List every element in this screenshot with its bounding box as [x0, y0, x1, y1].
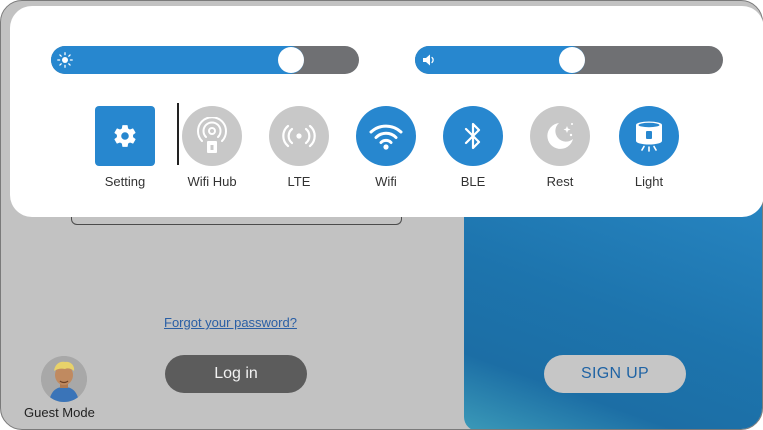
lte-button[interactable] — [269, 106, 329, 166]
tile-label-wifi: Wifi — [375, 174, 397, 189]
sun-icon — [57, 52, 73, 68]
tile-label-light: Light — [634, 174, 664, 189]
signup-button[interactable]: SIGN UP — [544, 355, 686, 393]
tile-wifi[interactable] — [356, 106, 416, 166]
tile-label-rest: Rest — [546, 174, 574, 189]
volume-slider-knob[interactable] — [559, 47, 585, 73]
lte-icon — [282, 124, 316, 148]
tile-rest[interactable] — [530, 106, 590, 166]
tile-light[interactable] — [619, 106, 679, 166]
wifi-hub-button[interactable] — [182, 106, 242, 166]
brightness-slider-fill — [51, 46, 304, 74]
light-button[interactable] — [619, 106, 679, 166]
rest-button[interactable] — [530, 106, 590, 166]
moon-icon — [547, 123, 573, 149]
divider — [177, 103, 179, 165]
tile-lte[interactable] — [269, 106, 329, 166]
tile-label-setting: Setting — [104, 174, 146, 189]
login-button[interactable]: Log in — [165, 355, 307, 393]
brightness-slider-knob[interactable] — [278, 47, 304, 73]
bluetooth-icon — [464, 122, 481, 150]
gear-icon — [114, 125, 136, 147]
tile-label-lte: LTE — [287, 174, 311, 189]
brightness-slider[interactable] — [51, 46, 359, 74]
guest-mode-label: Guest Mode — [24, 405, 95, 420]
guest-avatar[interactable] — [41, 356, 87, 402]
tile-ble[interactable] — [443, 106, 503, 166]
wifi-button[interactable] — [356, 106, 416, 166]
tile-label-wifi-hub: Wifi Hub — [187, 174, 237, 189]
setting-button[interactable] — [95, 106, 155, 166]
volume-slider[interactable] — [415, 46, 723, 74]
speaker-icon — [423, 54, 434, 66]
wifi-hub-icon — [197, 117, 227, 153]
tile-wifi-hub[interactable] — [182, 106, 242, 166]
forgot-password-link[interactable]: Forgot your password? — [164, 315, 297, 330]
quick-settings-panel: Setting Wifi Hub LTE Wifi BLE Rest Light — [10, 6, 763, 217]
light-icon — [636, 121, 662, 152]
ble-button[interactable] — [443, 106, 503, 166]
wifi-icon — [369, 124, 403, 150]
tile-setting[interactable] — [95, 106, 155, 166]
tile-label-ble: BLE — [460, 174, 486, 189]
